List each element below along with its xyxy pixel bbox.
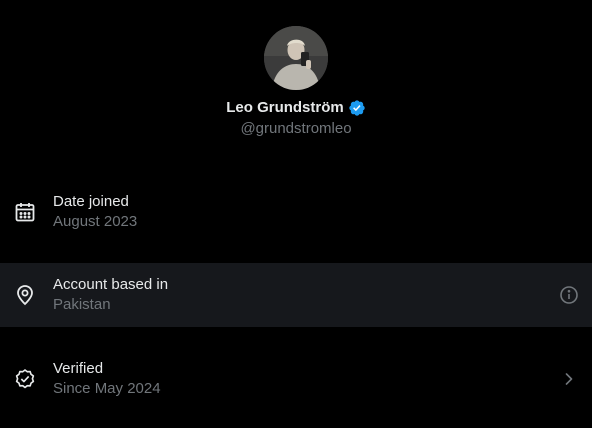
row-text: Date joined August 2023 <box>53 192 137 232</box>
verified-check-icon <box>14 368 36 390</box>
calendar-icon <box>14 201 36 223</box>
row-text: Verified Since May 2024 <box>53 359 161 399</box>
row-value: Pakistan <box>53 296 111 313</box>
profile-header: Leo Grundström @grundstromleo <box>0 26 592 139</box>
row-date-joined: Date joined August 2023 <box>0 180 592 244</box>
row-account-based-in[interactable]: Account based in Pakistan <box>0 263 592 327</box>
row-verified[interactable]: Verified Since May 2024 <box>0 347 592 411</box>
row-label: Date joined <box>53 193 129 210</box>
chevron-right-icon[interactable] <box>559 369 579 389</box>
info-icon[interactable] <box>559 285 579 305</box>
username-handle: @grundstromleo <box>240 120 352 137</box>
avatar-image <box>264 26 328 90</box>
avatar[interactable] <box>264 26 328 90</box>
row-label: Verified <box>53 360 104 377</box>
row-value: August 2023 <box>53 213 138 230</box>
name-row: Leo Grundström <box>0 98 592 118</box>
row-value: Since May 2024 <box>53 380 161 397</box>
row-text: Account based in Pakistan <box>53 275 168 315</box>
display-name: Leo Grundström <box>226 99 344 116</box>
row-label: Account based in <box>53 276 169 293</box>
location-pin-icon <box>14 284 36 306</box>
verified-badge-icon[interactable] <box>348 99 366 117</box>
